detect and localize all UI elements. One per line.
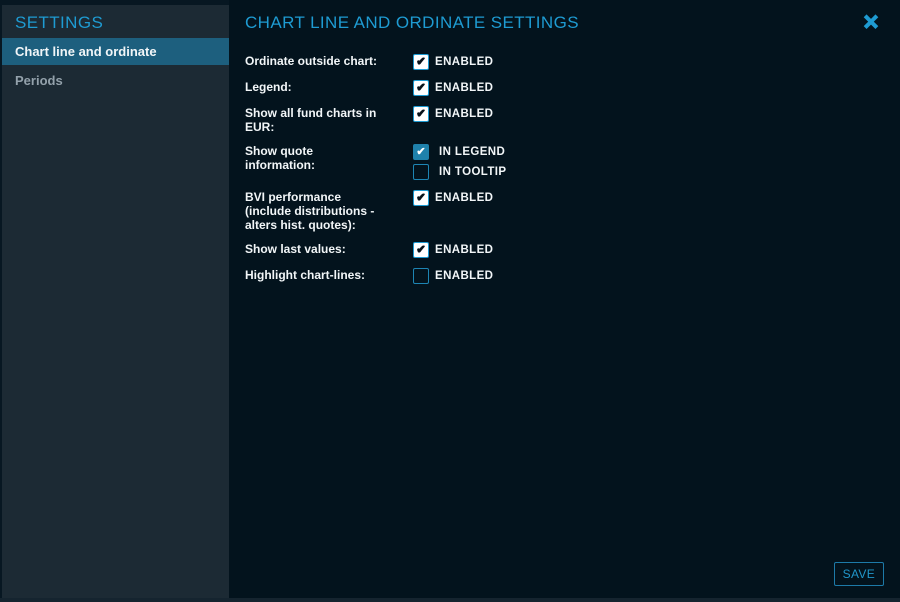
setting-label: Show quote information: [245, 144, 413, 172]
setting-label: Show all fund charts in EUR: [245, 106, 413, 134]
checkbox-option: ✔ ENABLED [413, 106, 493, 122]
checkbox[interactable]: ✔ [413, 190, 429, 206]
setting-label: Highlight chart-lines: [245, 268, 413, 282]
window-bottom-edge [0, 598, 900, 602]
option-label: IN TOOLTIP [439, 166, 506, 178]
sidebar-item-chart-line-and-ordinate[interactable]: Chart line and ordinate [2, 38, 229, 65]
sidebar-item-label: Chart line and ordinate [15, 44, 157, 59]
checkmark-icon: ✔ [416, 147, 425, 158]
sidebar-item-periods[interactable]: Periods [2, 67, 229, 94]
checkbox-option: ✔ ENABLED [413, 190, 493, 206]
setting-options: ✔ ENABLED [413, 54, 493, 70]
checkbox[interactable]: ✔ [413, 242, 429, 258]
checkbox-option: ✔ IN LEGEND [413, 144, 506, 160]
checkmark-icon: ✔ [416, 109, 425, 120]
option-label: IN LEGEND [439, 146, 505, 158]
setting-options: ✔ IN LEGEND ✔ IN TOOLTIP [413, 144, 506, 180]
checkbox-option: ✔ IN TOOLTIP [413, 164, 506, 180]
checkmark-icon: ✔ [416, 83, 425, 94]
setting-row: Legend: ✔ ENABLED [245, 80, 884, 96]
setting-options: ✔ ENABLED [413, 190, 493, 206]
page-title: CHART LINE AND ORDINATE SETTINGS [245, 13, 884, 33]
main-panel: CHART LINE AND ORDINATE SETTINGS ✕ Ordin… [229, 0, 900, 598]
checkbox-option: ✔ ENABLED [413, 242, 493, 258]
option-label: ENABLED [435, 108, 493, 120]
setting-row: Ordinate outside chart: ✔ ENABLED [245, 54, 884, 70]
checkbox[interactable]: ✔ [413, 54, 429, 70]
checkbox[interactable]: ✔ [413, 80, 429, 96]
sidebar: SETTINGS Chart line and ordinate Periods [2, 5, 229, 598]
settings-dialog: SETTINGS Chart line and ordinate Periods… [0, 0, 900, 602]
setting-label: Ordinate outside chart: [245, 54, 413, 68]
setting-row: Show last values: ✔ ENABLED [245, 242, 884, 258]
setting-label: Legend: [245, 80, 413, 94]
settings-rows: Ordinate outside chart: ✔ ENABLED Legend… [245, 54, 884, 284]
option-label: ENABLED [435, 270, 493, 282]
checkbox[interactable]: ✔ [413, 144, 429, 160]
setting-label: BVI performance (include distributions -… [245, 190, 413, 232]
checkbox-option: ✔ ENABLED [413, 80, 493, 96]
setting-row: Show quote information: ✔ IN LEGEND ✔ IN… [245, 144, 884, 180]
setting-row: BVI performance (include distributions -… [245, 190, 884, 232]
setting-options: ✔ ENABLED [413, 268, 493, 284]
checkbox[interactable]: ✔ [413, 268, 429, 284]
checkbox[interactable]: ✔ [413, 106, 429, 122]
setting-row: Show all fund charts in EUR: ✔ ENABLED [245, 106, 884, 134]
option-label: ENABLED [435, 56, 493, 68]
setting-options: ✔ ENABLED [413, 106, 493, 122]
save-button[interactable]: SAVE [834, 562, 884, 586]
main-header: CHART LINE AND ORDINATE SETTINGS ✕ [229, 0, 900, 40]
option-label: ENABLED [435, 192, 493, 204]
sidebar-title: SETTINGS [2, 5, 229, 38]
setting-label: Show last values: [245, 242, 413, 256]
checkbox-option: ✔ ENABLED [413, 268, 493, 284]
checkbox-option: ✔ ENABLED [413, 54, 493, 70]
setting-options: ✔ ENABLED [413, 80, 493, 96]
sidebar-nav: Chart line and ordinate Periods [2, 38, 229, 94]
checkmark-icon: ✔ [416, 193, 425, 204]
option-label: ENABLED [435, 244, 493, 256]
sidebar-item-label: Periods [15, 73, 63, 88]
setting-row: Highlight chart-lines: ✔ ENABLED [245, 268, 884, 284]
checkmark-icon: ✔ [416, 57, 425, 68]
setting-options: ✔ ENABLED [413, 242, 493, 258]
option-label: ENABLED [435, 82, 493, 94]
checkbox[interactable]: ✔ [413, 164, 429, 180]
checkmark-icon: ✔ [416, 245, 425, 256]
close-icon[interactable]: ✕ [860, 13, 882, 35]
